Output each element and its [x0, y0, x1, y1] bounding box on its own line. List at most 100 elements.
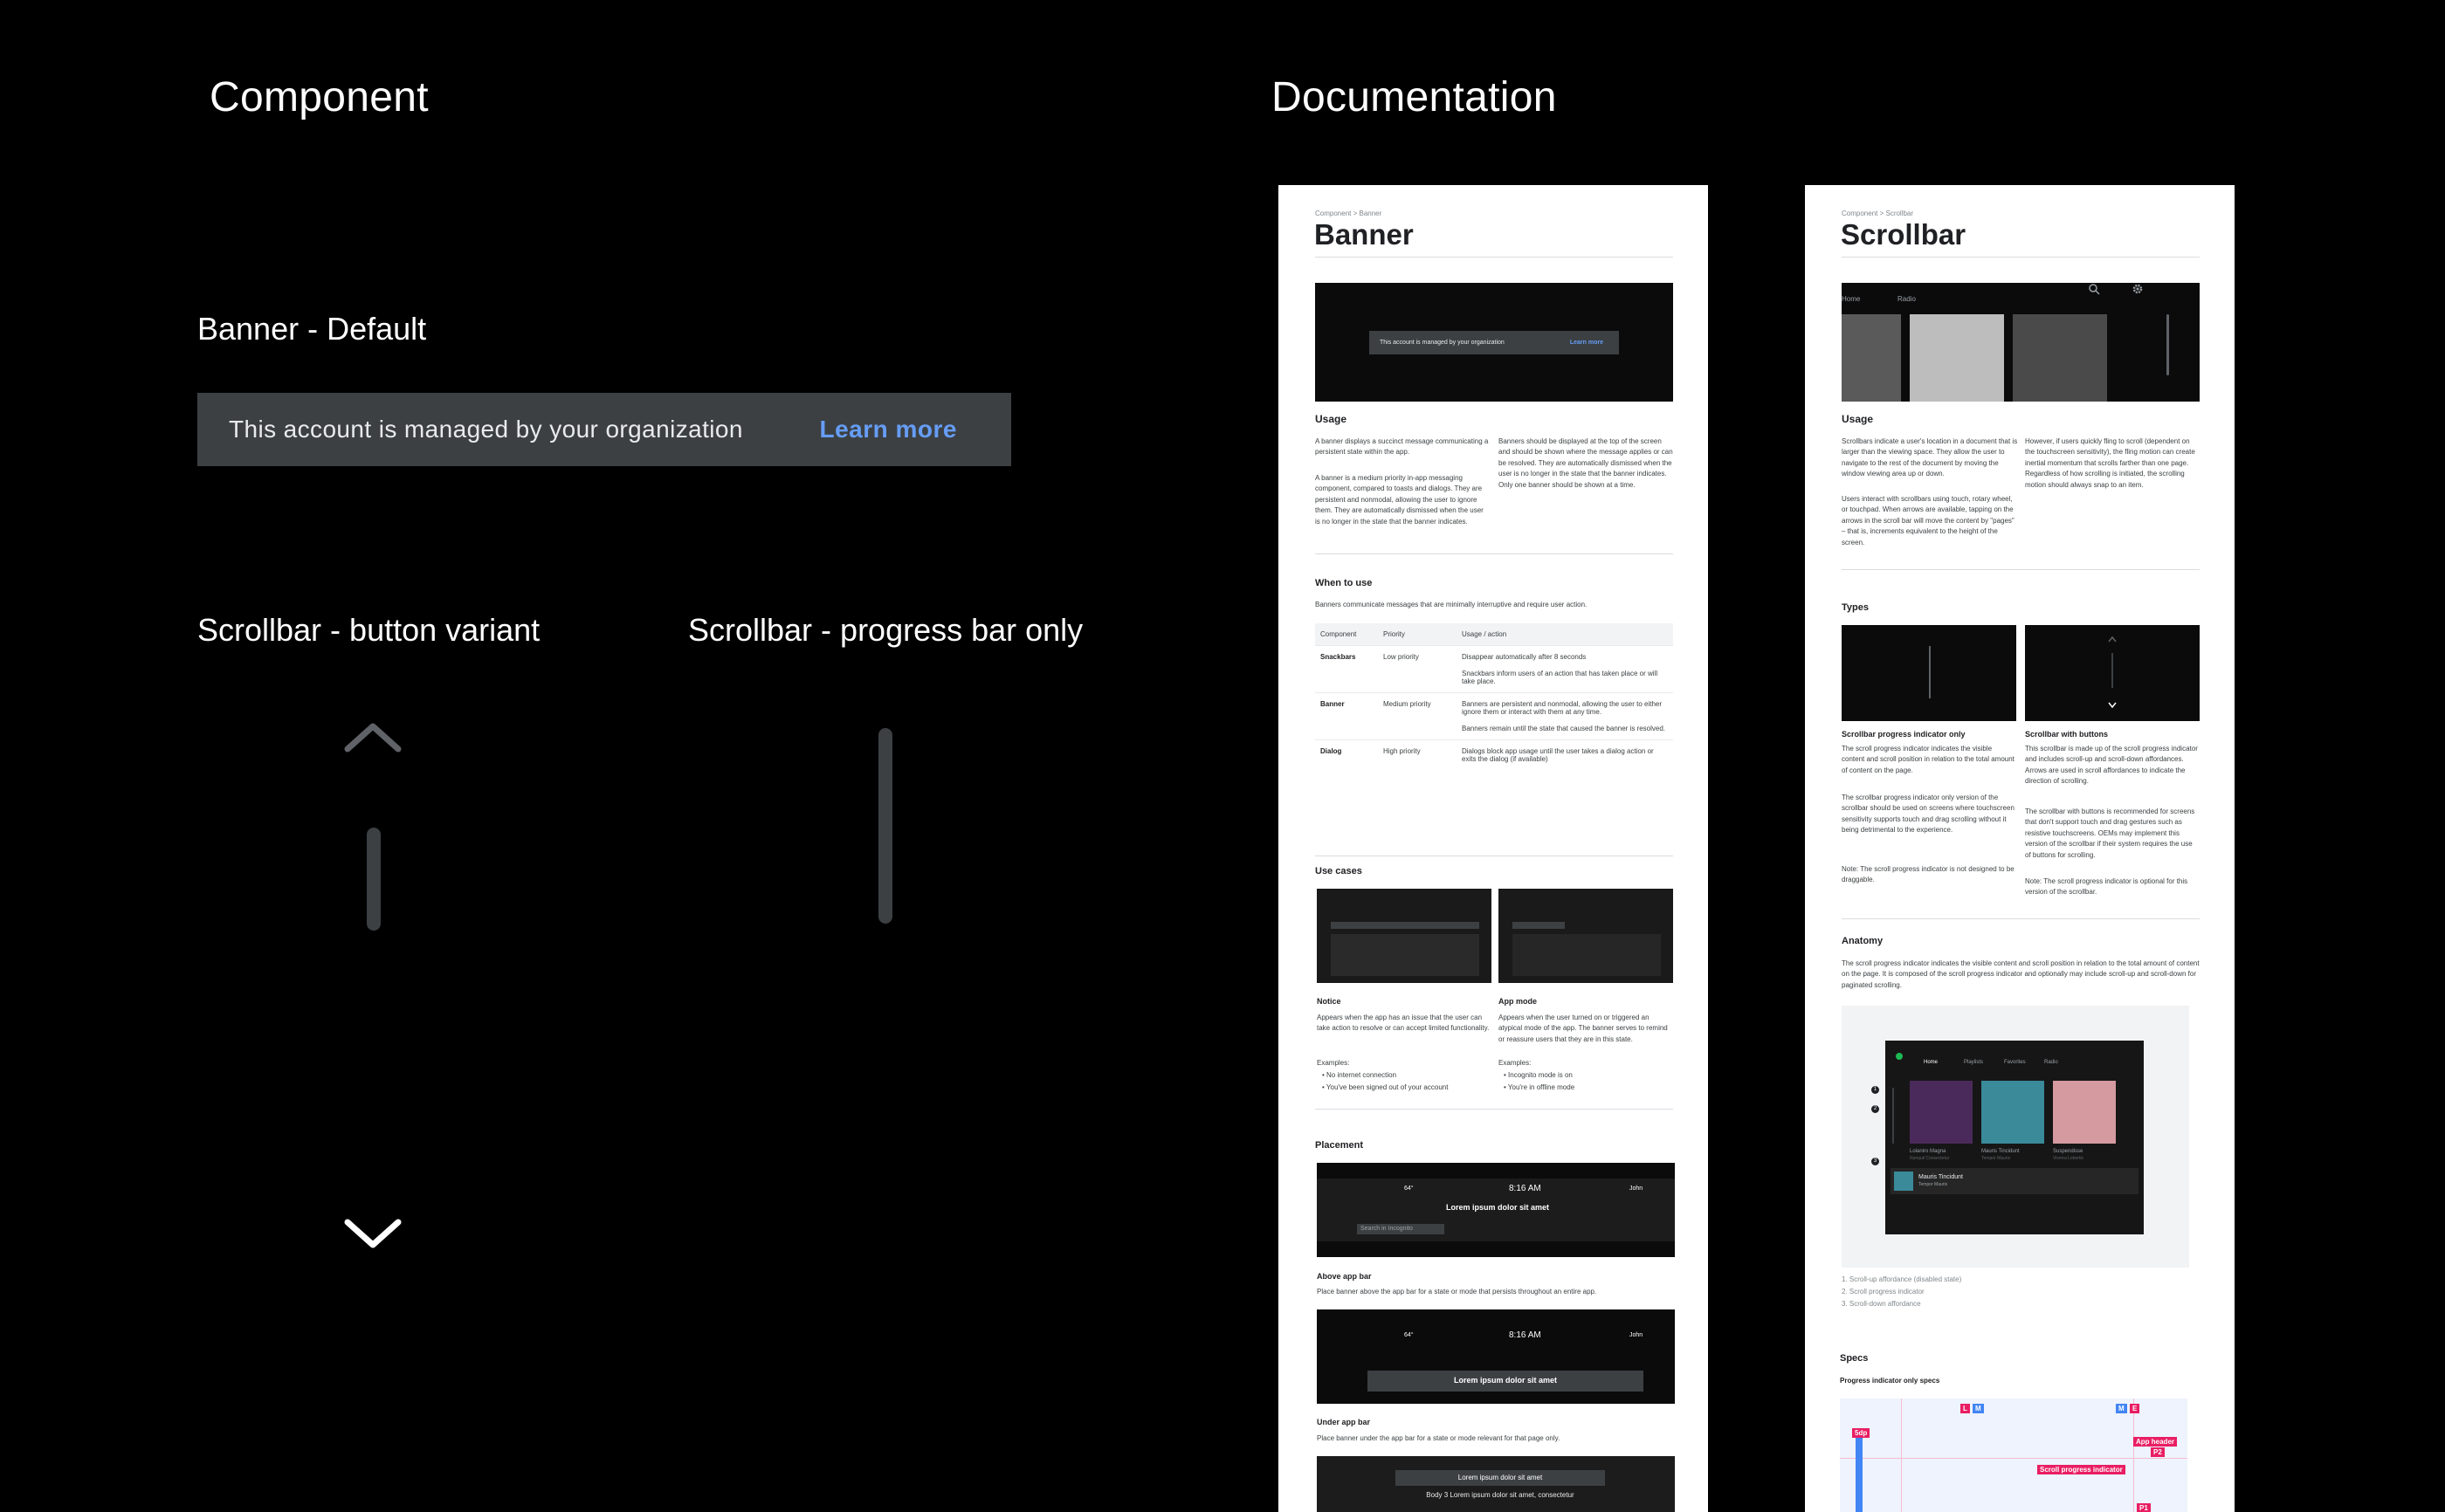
usage-text-2: Users interact with scrollbars using tou… — [1842, 495, 2015, 546]
scrollbar-button-variant-label: Scrollbar - button variant — [197, 612, 541, 648]
legend-item: 2. Scroll progress indicator — [1842, 1288, 1925, 1296]
type1-title: Scrollbar progress indicator only — [1842, 730, 1966, 739]
anatomy-marker: 1 — [1871, 1086, 1879, 1094]
banner-default: This account is managed by your organiza… — [197, 393, 1011, 466]
usage-text-2: A banner is a medium priority in-app mes… — [1315, 474, 1484, 526]
app-logo-icon — [1896, 1053, 1903, 1060]
divider — [1315, 1109, 1673, 1110]
table-header: Component — [1315, 623, 1378, 646]
table-row: Dialog High priority Dialogs block app u… — [1315, 739, 1673, 774]
card-art — [1981, 1081, 2044, 1144]
specs-figure: 5dp L M M E App header P2 Scroll progres… — [1840, 1399, 2187, 1512]
preview-thumbnail — [1842, 314, 1901, 402]
when-to-use-text: Banners communicate messages that are mi… — [1315, 601, 1588, 608]
preview-banner: This account is managed by your organiza… — [1369, 331, 1619, 354]
preview-thumbnail — [1910, 314, 2004, 402]
specs-heading: Specs — [1840, 1353, 1869, 1364]
gear-icon — [2132, 284, 2143, 294]
progress-scrollbar-thumb[interactable] — [878, 728, 892, 924]
app-mode-examples-label: Examples: — [1498, 1059, 1532, 1067]
notice-screenshot — [1317, 889, 1491, 983]
scrollbar-doc-page: Component > Scrollbar Scrollbar Home Rad… — [1805, 185, 2235, 1512]
documentation-section-title: Documentation — [1271, 74, 1557, 120]
usage-text-3: However, if users quickly fling to scrol… — [2025, 437, 2195, 489]
chevron-down-icon[interactable] — [342, 1217, 403, 1252]
app-mode-screenshot — [1498, 889, 1673, 983]
usage-text-1: A banner displays a succinct message com… — [1315, 437, 1489, 457]
list-item: • You're in offline mode — [1504, 1083, 1575, 1091]
anatomy-screen: Home Playlists Favorites Radio Lolaniro … — [1885, 1041, 2144, 1234]
type2-text-2: The scrollbar with buttons is recommende… — [2025, 808, 2195, 859]
placement-under-screenshot: 8:16 AM 64° John Lorem ipsum dolor sit a… — [1317, 1309, 1675, 1404]
table-row: Snackbars Low priority Disappear automat… — [1315, 645, 1673, 693]
type-buttons-preview — [2025, 625, 2200, 721]
app-mode-title: App mode — [1498, 997, 1537, 1006]
scrollbar-thumb[interactable] — [367, 828, 381, 931]
placement-above-screenshot: 8:16 AM 64° John Lorem ipsum dolor sit a… — [1317, 1163, 1675, 1257]
usage-heading: Usage — [1315, 413, 1347, 425]
placement-heading: Placement — [1315, 1140, 1364, 1151]
divider — [1315, 257, 1673, 258]
preview-learn-more: Learn more — [1569, 340, 1603, 346]
type1-note: Note: The scroll progress indicator is n… — [1842, 865, 2015, 884]
notice-examples-label: Examples: — [1317, 1059, 1350, 1067]
banner-doc-page: Component > Banner Banner This account i… — [1278, 185, 1708, 1512]
chevron-up-icon — [2108, 636, 2117, 643]
type2-title: Scrollbar with buttons — [2025, 730, 2109, 739]
above-app-bar-text: Place banner above the app bar for a sta… — [1317, 1288, 1597, 1296]
usage-text-3: Banners should be displayed at the top o… — [1498, 437, 1673, 489]
type1-text-2: The scrollbar progress indicator only ve… — [1842, 794, 2015, 835]
anatomy-text: The scroll progress indicator indicates … — [1842, 959, 2200, 989]
divider — [1315, 553, 1673, 554]
placement-dialog-screenshot: Lorem ipsum dolor sit amet Body 3 Lorem … — [1317, 1456, 1675, 1512]
app-mode-text: Appears when the user turned on or trigg… — [1498, 1014, 1668, 1043]
table-row: Banner Medium priority Banners are persi… — [1315, 692, 1673, 740]
component-section-title: Component — [210, 74, 429, 120]
preview-scrollbar-thumb — [2166, 314, 2169, 375]
type2-note: Note: The scroll progress indicator is o… — [2025, 877, 2188, 897]
type-progress-preview — [1842, 625, 2016, 721]
list-item: • No internet connection — [1322, 1071, 1397, 1079]
preview-banner-message: This account is managed by your organiza… — [1380, 340, 1505, 346]
under-app-bar-text: Place banner under the app bar for a sta… — [1317, 1434, 1560, 1442]
type2-text-1: This scrollbar is made up of the scroll … — [2025, 745, 2198, 786]
notice-text: Appears when the app has an issue that t… — [1317, 1014, 1490, 1033]
anatomy-marker: 2 — [1871, 1105, 1879, 1113]
anatomy-heading: Anatomy — [1842, 936, 1884, 946]
anatomy-figure: Home Playlists Favorites Radio Lolaniro … — [1842, 1006, 2189, 1268]
card-art — [2053, 1081, 2116, 1144]
legend-item: 1. Scroll-up affordance (disabled state) — [1842, 1275, 1962, 1283]
banner-message: This account is managed by your organiza… — [229, 416, 743, 443]
comparison-table: Component Priority Usage / action Snackb… — [1315, 623, 1673, 774]
banner-preview: This account is managed by your organiza… — [1315, 283, 1673, 402]
use-cases-heading: Use cases — [1315, 866, 1362, 876]
table-header: Priority — [1378, 623, 1457, 646]
breadcrumb: Component > Scrollbar — [1842, 210, 1914, 217]
divider — [1842, 918, 2200, 919]
banner-default-label: Banner - Default — [197, 311, 427, 347]
under-app-bar-title: Under app bar — [1317, 1418, 1371, 1426]
divider — [1842, 257, 2200, 258]
usage-text-1: Scrollbars indicate a user's location in… — [1842, 437, 2018, 478]
list-item: • Incognito mode is on — [1504, 1071, 1573, 1079]
page-title: Scrollbar — [1841, 218, 1966, 251]
anatomy-marker: 3 — [1871, 1158, 1879, 1165]
card-art — [1910, 1081, 1973, 1144]
breadcrumb: Component > Banner — [1315, 210, 1382, 217]
search-icon — [2089, 284, 2100, 295]
chevron-up-icon[interactable] — [342, 719, 403, 754]
notice-title: Notice — [1317, 997, 1341, 1006]
spec-scrollbar — [1856, 1437, 1863, 1512]
when-to-use-heading: When to use — [1315, 578, 1373, 588]
anatomy-scrollbar — [1892, 1088, 1894, 1144]
specs-subtitle: Progress indicator only specs — [1840, 1377, 1940, 1385]
list-item: • You've been signed out of your account — [1322, 1083, 1449, 1091]
above-app-bar-title: Above app bar — [1317, 1272, 1372, 1281]
preview-thumbnail — [2013, 314, 2107, 402]
divider — [1842, 569, 2200, 570]
legend-item: 3. Scroll-down affordance — [1842, 1300, 1921, 1308]
usage-heading: Usage — [1842, 413, 1874, 425]
now-playing-bar: Mauris Tincidunt Tempor Mauris — [1891, 1168, 2139, 1194]
page-title: Banner — [1314, 218, 1414, 251]
learn-more-button[interactable]: Learn more — [820, 416, 958, 443]
